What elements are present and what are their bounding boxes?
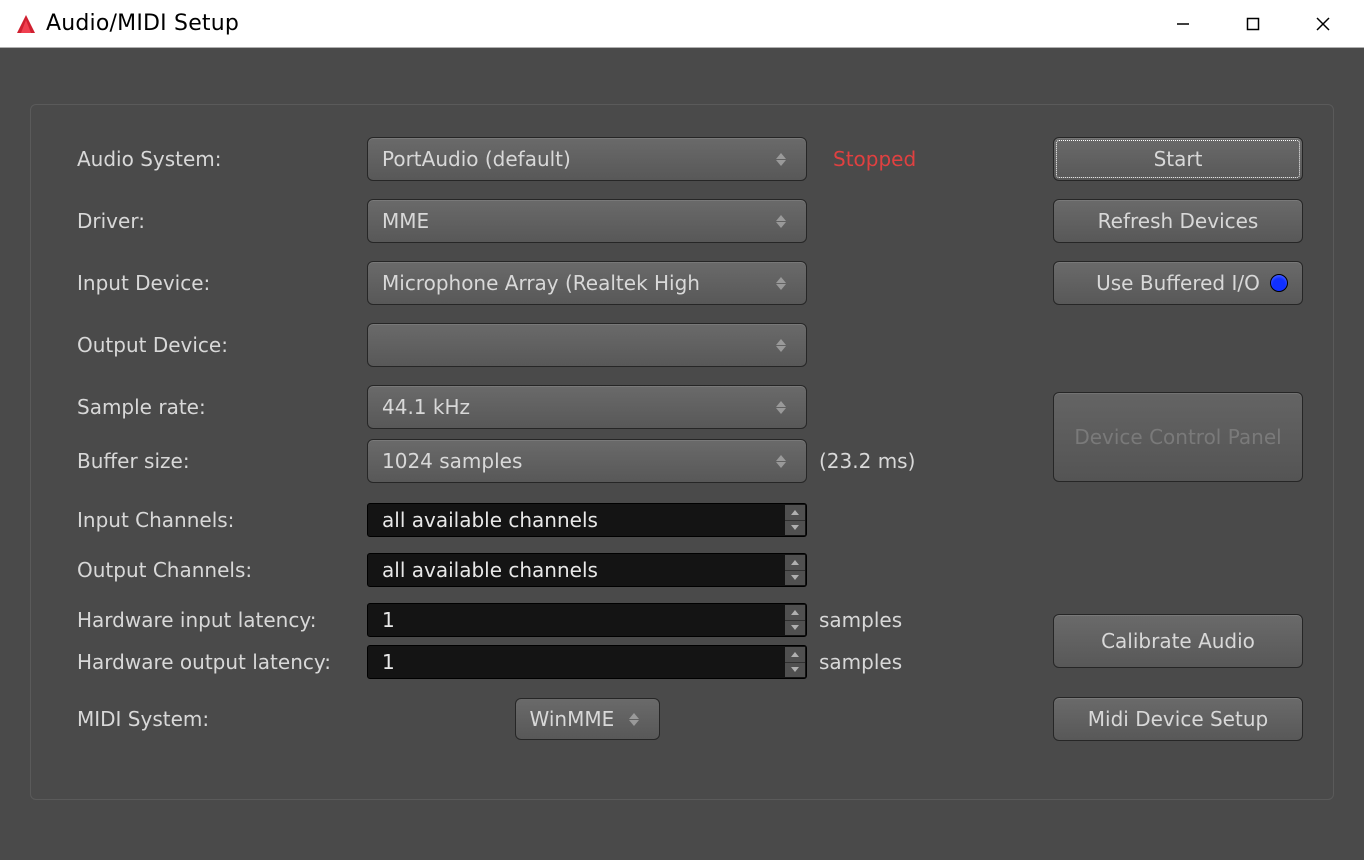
output-device-select[interactable]	[367, 323, 807, 367]
hw-output-latency-spinbox[interactable]: 1	[367, 645, 807, 679]
audio-system-select[interactable]: PortAudio (default)	[367, 137, 807, 181]
label-hw-input-latency: Hardware input latency:	[77, 608, 367, 632]
client-area: Audio System: PortAudio (default) Stoppe…	[0, 48, 1364, 860]
buffer-size-value: 1024 samples	[382, 449, 522, 473]
output-channels-value: all available channels	[382, 558, 598, 582]
settings-panel: Audio System: PortAudio (default) Stoppe…	[30, 104, 1334, 800]
updown-icon	[776, 262, 796, 304]
hw-input-latency-spinbox[interactable]: 1	[367, 603, 807, 637]
use-buffered-io-toggle[interactable]: Use Buffered I/O	[1053, 261, 1303, 305]
label-output-device: Output Device:	[77, 333, 367, 357]
updown-icon	[776, 200, 796, 242]
label-output-channels: Output Channels:	[77, 558, 367, 582]
label-input-channels: Input Channels:	[77, 508, 367, 532]
engine-status: Stopped	[819, 147, 916, 171]
midi-system-select[interactable]: WinMME	[515, 698, 660, 740]
updown-icon	[776, 324, 796, 366]
spin-arrows-icon	[785, 505, 805, 535]
label-input-device: Input Device:	[77, 271, 367, 295]
toggle-indicator-icon	[1270, 274, 1288, 292]
midi-system-value: WinMME	[530, 707, 615, 731]
window: Audio/MIDI Setup Audio System:	[0, 0, 1364, 860]
window-title: Audio/MIDI Setup	[46, 11, 1148, 36]
label-hw-output-latency: Hardware output latency:	[77, 650, 367, 674]
driver-select[interactable]: MME	[367, 199, 807, 243]
sample-rate-select[interactable]: 44.1 kHz	[367, 385, 807, 429]
minimize-button[interactable]	[1148, 0, 1218, 47]
titlebar[interactable]: Audio/MIDI Setup	[0, 0, 1364, 48]
updown-icon	[776, 440, 796, 482]
hw-output-latency-value: 1	[382, 650, 395, 674]
updown-icon	[629, 699, 649, 739]
label-driver: Driver:	[77, 209, 367, 233]
label-sample-rate: Sample rate:	[77, 395, 367, 419]
spin-arrows-icon	[785, 605, 805, 635]
updown-icon	[776, 386, 796, 428]
refresh-devices-button[interactable]: Refresh Devices	[1053, 199, 1303, 243]
samples-unit: samples	[819, 608, 902, 632]
sample-rate-value: 44.1 kHz	[382, 395, 470, 419]
updown-icon	[776, 138, 796, 180]
input-device-select[interactable]: Microphone Array (Realtek High	[367, 261, 807, 305]
spin-arrows-icon	[785, 555, 805, 585]
buffer-size-select[interactable]: 1024 samples	[367, 439, 807, 483]
app-logo-icon	[14, 12, 38, 36]
spin-arrows-icon	[785, 647, 805, 677]
close-button[interactable]	[1288, 0, 1358, 47]
audio-system-value: PortAudio (default)	[382, 147, 571, 171]
label-audio-system: Audio System:	[77, 147, 367, 171]
calibrate-audio-button[interactable]: Calibrate Audio	[1053, 614, 1303, 668]
maximize-button[interactable]	[1218, 0, 1288, 47]
midi-device-setup-button[interactable]: Midi Device Setup	[1053, 697, 1303, 741]
buffer-ms: (23.2 ms)	[819, 449, 915, 473]
start-button[interactable]: Start	[1053, 137, 1303, 181]
output-channels-spinbox[interactable]: all available channels	[367, 553, 807, 587]
input-device-value: Microphone Array (Realtek High	[382, 271, 700, 295]
label-midi-system: MIDI System:	[77, 707, 367, 731]
hw-input-latency-value: 1	[382, 608, 395, 632]
input-channels-value: all available channels	[382, 508, 598, 532]
input-channels-spinbox[interactable]: all available channels	[367, 503, 807, 537]
driver-value: MME	[382, 209, 429, 233]
samples-unit: samples	[819, 650, 902, 674]
label-buffer-size: Buffer size:	[77, 449, 367, 473]
device-control-panel-button[interactable]: Device Control Panel	[1053, 392, 1303, 482]
